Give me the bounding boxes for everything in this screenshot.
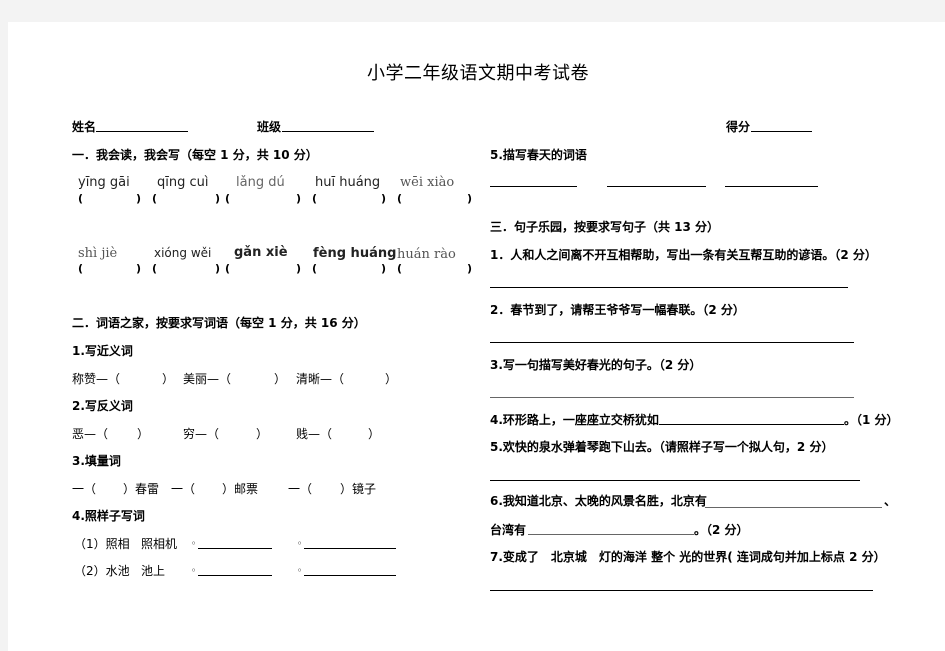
answer-line[interactable] (198, 575, 272, 576)
answer-paren-close: ) (215, 192, 221, 205)
synonym-item: 清晰—（ (296, 372, 345, 386)
synonym-paren-close: ） (274, 372, 287, 386)
answer-paren-open: ( (152, 192, 158, 205)
score-field[interactable] (751, 131, 812, 132)
answer-paren-open: ( (312, 192, 318, 205)
antonym-paren-close: ） (368, 427, 381, 441)
measure-item: 一（ (72, 482, 97, 496)
section3-heading: 三．句子乐园，按要求写句子（共 13 分） (490, 220, 720, 234)
q-landmarks-suffix: 。（2 分） (694, 523, 749, 537)
answer-line[interactable] (490, 590, 873, 591)
answer-paren-close: ) (467, 262, 473, 275)
answer-paren-open: ( (78, 262, 84, 275)
synonym-paren-close: ） (162, 372, 175, 386)
answer-line[interactable] (304, 548, 396, 549)
answer-line[interactable] (490, 287, 848, 288)
answer-line[interactable] (705, 507, 882, 508)
q-antonyms-label: 2.写反义词 (72, 399, 133, 413)
q-measure-words-label: 3.填量词 (72, 454, 121, 468)
synonym-item: 美丽—（ (183, 372, 232, 386)
answer-line[interactable] (490, 342, 854, 343)
measure-item-noun: ）春雷 (123, 482, 160, 496)
answer-line[interactable] (304, 575, 396, 576)
answer-paren-close: ) (467, 192, 473, 205)
answer-paren-close: ) (381, 192, 387, 205)
antonym-paren-close: ） (137, 427, 150, 441)
answer-paren-close: ) (296, 192, 302, 205)
pinyin-item: qīng cuì (157, 175, 209, 190)
answer-paren-open: ( (78, 192, 84, 205)
answer-paren-open: ( (152, 262, 158, 275)
measure-item-noun: ）镜子 (340, 482, 377, 496)
q-proverb: 1．人和人之间离不开互相帮助，写出一条有关互帮互助的谚语。（2 分） (490, 248, 877, 262)
bullet-icon: ◦ (297, 539, 303, 548)
answer-line[interactable] (607, 186, 706, 187)
answer-paren-close: ) (296, 262, 302, 275)
section1-heading: 一．我会读，我会写（每空 1 分，共 10 分） (72, 148, 318, 162)
answer-line[interactable] (198, 548, 272, 549)
synonym-item: 称赞—（ (72, 372, 121, 386)
answer-paren-open: ( (397, 262, 403, 275)
antonym-item: 贱—（ (296, 427, 333, 441)
name-field[interactable] (96, 131, 188, 132)
measure-item: 一（ (171, 482, 196, 496)
pinyin-item: fèng huáng (313, 246, 397, 261)
synonym-paren-close: ） (385, 372, 398, 386)
exam-title: 小学二年级语文期中考试卷 (367, 63, 589, 84)
bullet-icon: ◦ (191, 566, 197, 575)
pattern-row-num: （1）照相 (74, 537, 130, 551)
q-personification: 5.欢快的泉水弹着琴跑下山去。（请照样子写一个拟人句，2 分） (490, 440, 834, 454)
q-simile-suffix: 。（1 分） (844, 413, 899, 427)
pinyin-item: xióng wěi (154, 246, 212, 260)
answer-line[interactable] (490, 186, 577, 187)
q-simile-prefix: 4.环形路上，一座座立交桥犹如 (490, 413, 659, 427)
bullet-icon: ◦ (191, 539, 197, 548)
q-landmarks-line2-prefix: 台湾有 (490, 523, 527, 537)
answer-paren-open: ( (312, 262, 318, 275)
answer-line[interactable] (490, 397, 854, 398)
pattern-row-num: （2）水池 (74, 564, 130, 578)
q-landmarks-comma: 、 (884, 494, 897, 508)
bullet-icon: ◦ (297, 566, 303, 575)
q-landmarks-prefix: 6.我知道北京、太晚的风景名胜，北京有 (490, 494, 707, 508)
measure-item: 一（ (288, 482, 313, 496)
pinyin-item: lǎng dú (236, 175, 285, 190)
pattern-row-example: 池上 (141, 564, 166, 578)
q-sentence-arrange: 7.变成了 北京城 灯的海洋 整个 光的世界( 连词成句并加上标点 2 分） (490, 550, 886, 564)
answer-paren-open: ( (397, 192, 403, 205)
pattern-row-example: 照相机 (141, 537, 178, 551)
pinyin-item: wēi xiào (400, 175, 455, 190)
q-synonyms-label: 1.写近义词 (72, 344, 133, 358)
answer-paren-open: ( (225, 192, 231, 205)
pinyin-item: huán rào (397, 247, 456, 262)
answer-line[interactable] (725, 186, 818, 187)
answer-paren-close: ) (215, 262, 221, 275)
answer-line[interactable] (528, 534, 694, 535)
pinyin-item: gǎn xiè (234, 245, 288, 260)
answer-paren-open: ( (225, 262, 231, 275)
antonym-paren-close: ） (256, 427, 269, 441)
q-pattern-words-label: 4.照样子写词 (72, 509, 145, 523)
pinyin-item: shì jiè (78, 246, 118, 261)
q-spring-sentence: 3.写一句描写美好春光的句子。（2 分） (490, 358, 702, 372)
measure-item-noun: ）邮票 (222, 482, 259, 496)
class-label: 班级 (257, 120, 282, 134)
antonym-item: 恶—（ (72, 427, 109, 441)
antonym-item: 穷—（ (183, 427, 220, 441)
class-field[interactable] (282, 131, 374, 132)
answer-line[interactable] (659, 424, 844, 425)
pinyin-item: huī huáng (315, 175, 381, 190)
answer-paren-close: ) (136, 192, 142, 205)
answer-paren-close: ) (136, 262, 142, 275)
q-spring-words-label: 5.描写春天的词语 (490, 148, 587, 162)
answer-line[interactable] (490, 480, 860, 481)
pinyin-item: yīng gāi (78, 175, 130, 190)
q-couplet: 2．春节到了，请帮王爷爷写一幅春联。（2 分） (490, 303, 745, 317)
score-label: 得分 (726, 120, 751, 134)
section2-heading: 二．词语之家，按要求写词语（每空 1 分，共 16 分） (72, 316, 366, 330)
name-label: 姓名 (72, 120, 97, 134)
answer-paren-close: ) (381, 262, 387, 275)
